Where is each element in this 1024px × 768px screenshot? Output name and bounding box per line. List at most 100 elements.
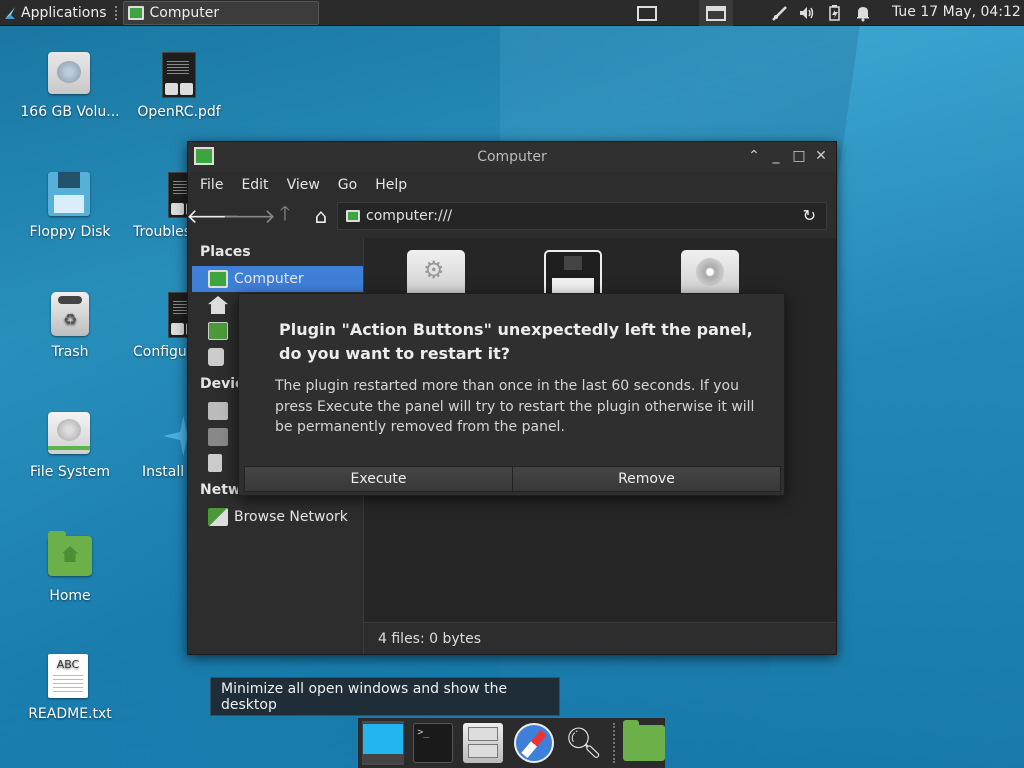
network-icon[interactable]	[770, 4, 788, 22]
drive-icon	[208, 428, 228, 446]
text-file-icon: ABC	[48, 654, 88, 698]
floppy-disk-icon[interactable]	[544, 250, 602, 298]
window-icon	[706, 5, 726, 21]
desktop-icon-openrc-pdf[interactable]: OpenRC.pdf	[119, 52, 239, 120]
show-desktop-icon	[362, 723, 405, 763]
desktop-icon-readme[interactable]: ABC README.txt	[10, 654, 130, 722]
applications-label: Applications	[21, 4, 107, 21]
menu-file[interactable]: File	[200, 177, 223, 193]
trash-icon: ♻	[51, 292, 89, 336]
optical-drive-icon[interactable]	[681, 250, 739, 296]
home-icon[interactable]: ⌂	[310, 204, 332, 228]
menu-bar: File Edit View Go Help	[188, 172, 836, 198]
system-tray	[770, 0, 872, 26]
panel-separator	[114, 5, 119, 20]
sidebar-item-label: Computer	[234, 271, 304, 287]
floppy-disk-icon	[208, 454, 222, 472]
taskbar-button-computer[interactable]: Computer	[122, 0, 319, 25]
workspace-switcher	[630, 0, 733, 26]
applications-menu-button[interactable]: Applications	[0, 0, 113, 26]
drive-icon	[208, 402, 228, 420]
file-system-icon[interactable]: ⚙	[407, 250, 465, 296]
distro-logo-icon	[5, 6, 15, 19]
magnifier-icon: 🔍︎	[564, 725, 603, 761]
menu-help[interactable]: Help	[375, 177, 407, 193]
web-browser-launcher[interactable]	[513, 721, 555, 765]
desktop-icon-label: README.txt	[28, 706, 112, 722]
window-title: Computer	[477, 149, 547, 165]
desktop-icon-troubleshooting[interactable]: Troubles	[103, 172, 202, 240]
desktop-icon-label: 166 GB Volu...	[20, 104, 120, 120]
desktop-icon-label: Configur	[133, 344, 193, 360]
home-icon	[208, 296, 228, 314]
notification-bell-icon[interactable]	[854, 4, 872, 22]
desktop-icon-label: Home	[49, 588, 91, 604]
terminal-icon: >_	[413, 723, 454, 763]
forward-arrow-icon[interactable]: 🡒	[222, 204, 276, 228]
dialog-button-row: Execute Remove	[244, 466, 781, 492]
remove-button[interactable]: Remove	[512, 467, 780, 491]
drive-icon	[48, 52, 90, 94]
battery-icon[interactable]	[826, 4, 844, 22]
compass-icon	[513, 723, 554, 763]
sidebar-item-computer[interactable]: Computer	[192, 266, 363, 292]
desktop-icon	[208, 322, 228, 340]
sidebar-item-browse-network[interactable]: Browse Network	[188, 504, 363, 530]
desktop-icon-install[interactable]: Install	[103, 412, 197, 480]
app-finder-launcher[interactable]: 🔍︎	[563, 721, 605, 765]
menu-edit[interactable]: Edit	[241, 177, 268, 193]
reload-icon[interactable]: ↻	[803, 206, 816, 225]
floppy-disk-icon	[48, 172, 90, 216]
home-folder-icon	[48, 531, 92, 576]
computer-icon	[194, 147, 214, 165]
location-bar[interactable]: computer:/// ↻	[337, 202, 827, 230]
minimize-window-button[interactable]: _	[766, 148, 786, 164]
plugin-restart-dialog: Plugin "Action Buttons" unexpectedly lef…	[238, 293, 785, 496]
menu-go[interactable]: Go	[338, 177, 357, 193]
file-manager-launcher[interactable]	[462, 721, 504, 765]
menu-view[interactable]: View	[287, 177, 320, 193]
desktop-icon-home[interactable]: Home	[10, 531, 130, 604]
computer-icon	[208, 270, 228, 288]
terminal-launcher[interactable]: >_	[412, 721, 454, 765]
folder-icon	[622, 720, 665, 761]
up-arrow-icon[interactable]: 🡑	[274, 201, 296, 227]
dialog-message: The plugin restarted more than once in t…	[275, 378, 755, 435]
back-arrow-icon[interactable]: 🡐	[186, 204, 240, 228]
sidebar-heading-places: Places	[200, 244, 251, 260]
shade-window-button[interactable]: ⌃	[744, 148, 764, 164]
location-text: computer:///	[366, 208, 453, 224]
pdf-file-icon	[162, 52, 196, 98]
execute-button[interactable]: Execute	[245, 467, 512, 491]
computer-icon	[127, 5, 144, 20]
status-bar: 4 files: 0 bytes	[363, 622, 836, 654]
dock-separator	[612, 723, 615, 763]
show-desktop-button[interactable]	[362, 721, 405, 765]
close-window-button[interactable]: ✕	[811, 148, 831, 164]
dialog-title: Plugin "Action Buttons" unexpectedly lef…	[279, 320, 753, 363]
bottom-dock: >_ 🔍︎	[358, 718, 665, 768]
hard-drive-icon	[48, 412, 90, 454]
home-folder-launcher[interactable]	[622, 720, 665, 765]
computer-icon	[346, 210, 360, 222]
workspace-icon	[637, 5, 657, 21]
show-desktop-tooltip: Minimize all open windows and show the d…	[210, 677, 560, 716]
desktop-icon-label: Troubles	[133, 224, 192, 240]
desktop-icon-volume[interactable]: 166 GB Volu...	[10, 52, 130, 120]
sidebar-item-label: Browse Network	[234, 509, 348, 525]
workspace-2-button[interactable]	[699, 0, 733, 26]
gear-icon: ⚙	[423, 256, 445, 284]
volume-icon[interactable]	[798, 4, 816, 22]
file-cabinet-icon	[463, 723, 504, 763]
text-file-icon-letters: ABC	[56, 658, 80, 671]
desktop-icon-configure[interactable]: Configur	[103, 292, 202, 360]
taskbar-label: Computer	[149, 4, 220, 21]
network-icon	[208, 508, 228, 526]
trash-icon	[208, 348, 224, 366]
maximize-window-button[interactable]: □	[789, 148, 809, 164]
clock[interactable]: Tue 17 May, 04:12	[892, 4, 1021, 20]
desktop-icon-label: Install	[142, 464, 185, 480]
workspace-1-button[interactable]	[630, 0, 664, 26]
desktop-icon-label: OpenRC.pdf	[137, 104, 221, 120]
window-titlebar[interactable]: Computer ⌃ _ □ ✕	[188, 142, 836, 172]
